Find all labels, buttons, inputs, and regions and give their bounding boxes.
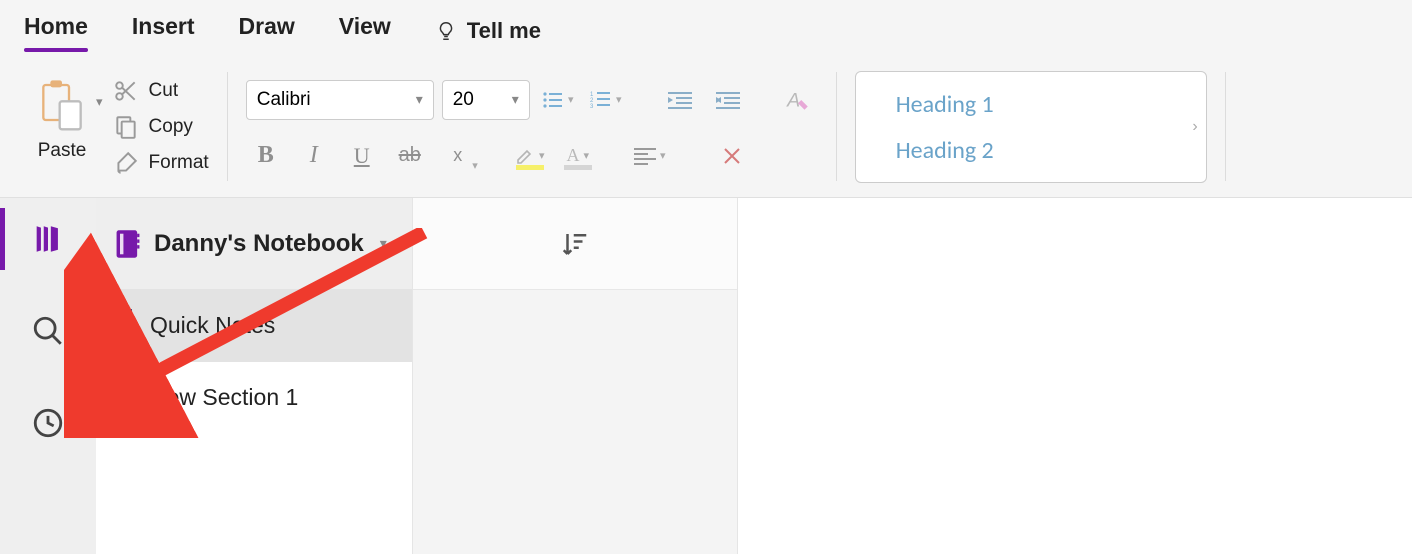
highlighter-icon [515,146,535,166]
section-color-tab [118,381,132,415]
strikethrough-button[interactable]: ab [390,138,430,174]
scissors-icon [113,78,139,104]
format-painter-button[interactable]: Format [113,150,209,176]
tab-home[interactable]: Home [24,13,88,50]
copy-icon [113,114,139,140]
delete-button[interactable] [712,138,752,174]
bullets-button[interactable] [538,82,578,118]
group-font: Calibri ▾ 20 ▾ 123 [232,62,832,191]
search-icon [31,314,65,348]
cut-button[interactable]: Cut [113,78,209,104]
section-item-new-section-1[interactable]: New Section 1 [96,362,412,434]
svg-text:A: A [786,89,800,111]
left-rail [0,198,96,554]
indent-button[interactable] [708,82,748,118]
copy-label: Copy [149,116,193,138]
align-left-icon [634,147,656,165]
copy-button[interactable]: Copy [113,114,209,140]
outdent-icon [668,90,692,110]
lightbulb-icon [435,18,457,44]
sort-icon [560,229,590,259]
sections-panel: Danny's Notebook ▾ Quick Notes New Secti… [96,198,412,554]
section-label: New Section 1 [150,384,298,411]
style-heading-2[interactable]: Heading 2 [868,136,1194,165]
cut-label: Cut [149,80,179,102]
styles-expand-button[interactable]: › [1192,118,1197,136]
clear-formatting-button[interactable]: A [778,82,818,118]
tab-view[interactable]: View [339,13,391,50]
font-color-button[interactable]: A [558,138,598,174]
group-styles: Heading 1 Heading 2 › [841,62,1221,191]
chevron-down-icon: ▾ [512,91,519,108]
ribbon-home: Paste ▾ Cut Copy Format [0,52,1412,198]
tell-me-label: Tell me [467,18,541,44]
outdent-button[interactable] [660,82,700,118]
align-button[interactable] [630,138,670,174]
chevron-down-icon: ▾ [380,235,387,252]
font-size-select[interactable]: 20 ▾ [442,80,530,120]
page-canvas[interactable] [738,198,1412,554]
highlight-color-button[interactable] [510,138,550,174]
notebook-select[interactable]: Danny's Notebook ▾ [96,198,412,290]
font-name-select[interactable]: Calibri ▾ [246,80,434,120]
numbered-list-button[interactable]: 123 [586,82,626,118]
format-label: Format [149,152,209,174]
section-color-tab [118,309,132,343]
tell-me-search[interactable]: Tell me [435,18,541,44]
notebook-title: Danny's Notebook [154,230,364,258]
font-color-icon: A [566,145,579,166]
italic-button[interactable]: I [294,138,334,174]
tab-draw[interactable]: Draw [239,13,295,50]
ribbon-tabs: Home Insert Draw View Tell me [0,0,1412,52]
format-painter-icon [113,150,139,176]
paste-button[interactable]: Paste [34,78,90,176]
styles-gallery[interactable]: Heading 1 Heading 2 › [855,71,1207,183]
font-name-value: Calibri [257,89,311,111]
numbered-list-icon: 123 [590,90,612,110]
recent-rail-button[interactable] [25,400,71,446]
notebooks-icon [31,222,65,256]
section-item-quick-notes[interactable]: Quick Notes [96,290,412,362]
section-label: Quick Notes [150,312,275,339]
bold-button[interactable]: B [246,138,286,174]
underline-button[interactable]: U [342,138,382,174]
notebook-icon [114,228,142,260]
chevron-down-icon: ▾ [416,91,423,108]
pages-panel [412,198,738,554]
indent-icon [716,90,740,110]
group-clipboard: Paste ▾ Cut Copy Format [20,62,223,191]
tab-insert[interactable]: Insert [132,13,195,50]
search-rail-button[interactable] [25,308,71,354]
content-area: Danny's Notebook ▾ Quick Notes New Secti… [0,198,1412,554]
paste-label: Paste [38,140,87,162]
notebooks-rail-button[interactable] [25,216,71,262]
font-size-value: 20 [453,89,474,111]
clock-icon [31,406,65,440]
style-heading-1[interactable]: Heading 1 [868,90,1194,119]
subscript-button[interactable]: x [438,138,478,174]
pages-sort-button[interactable] [413,198,737,290]
clear-formatting-icon: A [785,87,811,113]
bullets-icon [542,90,564,110]
svg-text:3: 3 [590,104,594,110]
paste-icon [34,78,90,134]
x-icon [720,144,744,168]
